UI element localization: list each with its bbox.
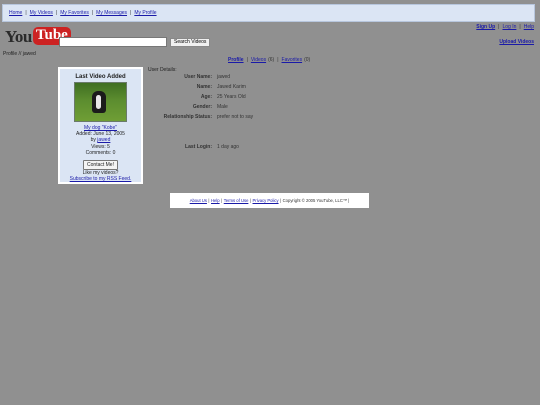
detail-row-relationship: Relationship Status: prefer not to say (150, 115, 350, 145)
detail-value: 1 day ago (217, 144, 239, 150)
user-details-table: User Name: jawed Name: Jawed Karim Age: … (150, 75, 350, 155)
tab-profile[interactable]: Profile (228, 57, 244, 63)
contact-me-button[interactable]: Contact Me! (83, 160, 118, 171)
nav-separator: | (130, 10, 132, 16)
video-title-link[interactable]: My dog "Kobe" (84, 125, 117, 131)
account-separator: | (498, 24, 500, 30)
upload-videos-link[interactable]: Upload Videos (499, 39, 534, 45)
sign-up-link[interactable]: Sign Up (476, 24, 495, 30)
footer-separator: | (249, 198, 251, 203)
last-video-heading: Last Video Added (75, 74, 126, 80)
nav-separator: | (25, 10, 27, 16)
top-nav-bar: Home | My Videos | My Favorites | My Mes… (2, 4, 535, 22)
detail-row-age: Age: 25 Years Old (150, 95, 350, 105)
detail-row-last-login: Last Login: 1 day ago (150, 145, 350, 155)
nav-my-profile-link[interactable]: My Profile (134, 10, 156, 16)
breadcrumb: Profile // jawed (3, 51, 36, 57)
last-video-panel: Last Video Added My dog "Kobe" Added: Ju… (58, 67, 143, 184)
nav-my-favorites-link[interactable]: My Favorites (60, 10, 89, 16)
profile-tabs: Profile | Videos (6) | Favorites (0) (228, 57, 310, 63)
nav-my-videos-link[interactable]: My Videos (30, 10, 53, 16)
video-by-label: by (90, 137, 96, 144)
tab-separator: | (277, 57, 279, 63)
nav-separator: | (55, 10, 58, 16)
search-form: Search Videos (59, 37, 211, 47)
search-videos-button[interactable]: Search Videos (170, 37, 211, 47)
logo-you-text: You (5, 26, 32, 46)
tab-videos[interactable]: Videos (251, 57, 266, 63)
nav-home-link[interactable]: Home (9, 10, 22, 16)
footer-privacy-link[interactable]: Privacy Policy (253, 198, 279, 203)
user-details-heading: User Details: (148, 67, 177, 73)
footer-help-link[interactable]: Help (211, 198, 220, 203)
detail-row-username: User Name: jawed (150, 75, 350, 85)
footer-separator: | (221, 198, 223, 203)
detail-label: Last Login: (185, 144, 212, 150)
nav-separator: | (91, 10, 94, 16)
log-in-link[interactable]: Log In (502, 24, 516, 30)
footer-separator: | (208, 198, 210, 203)
tab-favorites[interactable]: Favorites (282, 57, 303, 63)
nav-my-messages-link[interactable]: My Messages (96, 10, 127, 16)
search-input[interactable] (59, 37, 167, 47)
footer-about-link[interactable]: About Us (190, 198, 207, 203)
detail-value: prefer not to say (217, 114, 254, 120)
tab-separator: | (246, 57, 248, 63)
footer: About Us | Help | Terms of Use | Privacy… (170, 193, 369, 208)
account-links: Sign Up | Log In | Help (476, 24, 534, 30)
footer-separator: | (280, 198, 282, 203)
footer-terms-link[interactable]: Terms of Use (224, 198, 249, 203)
video-author-link[interactable]: jawed (97, 137, 110, 143)
account-separator: | (519, 24, 521, 30)
detail-label: Relationship Status: (163, 114, 212, 120)
video-thumbnail[interactable] (74, 82, 127, 122)
help-link[interactable]: Help (524, 24, 534, 30)
tab-favorites-count: (0) (304, 57, 311, 63)
rss-feed-link[interactable]: Subscribe to my RSS Feed. (70, 176, 132, 182)
tab-videos-count: (6) (268, 57, 275, 63)
dog-blaze-shape (96, 95, 101, 109)
detail-row-name: Name: Jawed Karim (150, 85, 350, 95)
footer-copyright: Copyright © 2005 YouTube, LLC™ | (282, 198, 350, 203)
